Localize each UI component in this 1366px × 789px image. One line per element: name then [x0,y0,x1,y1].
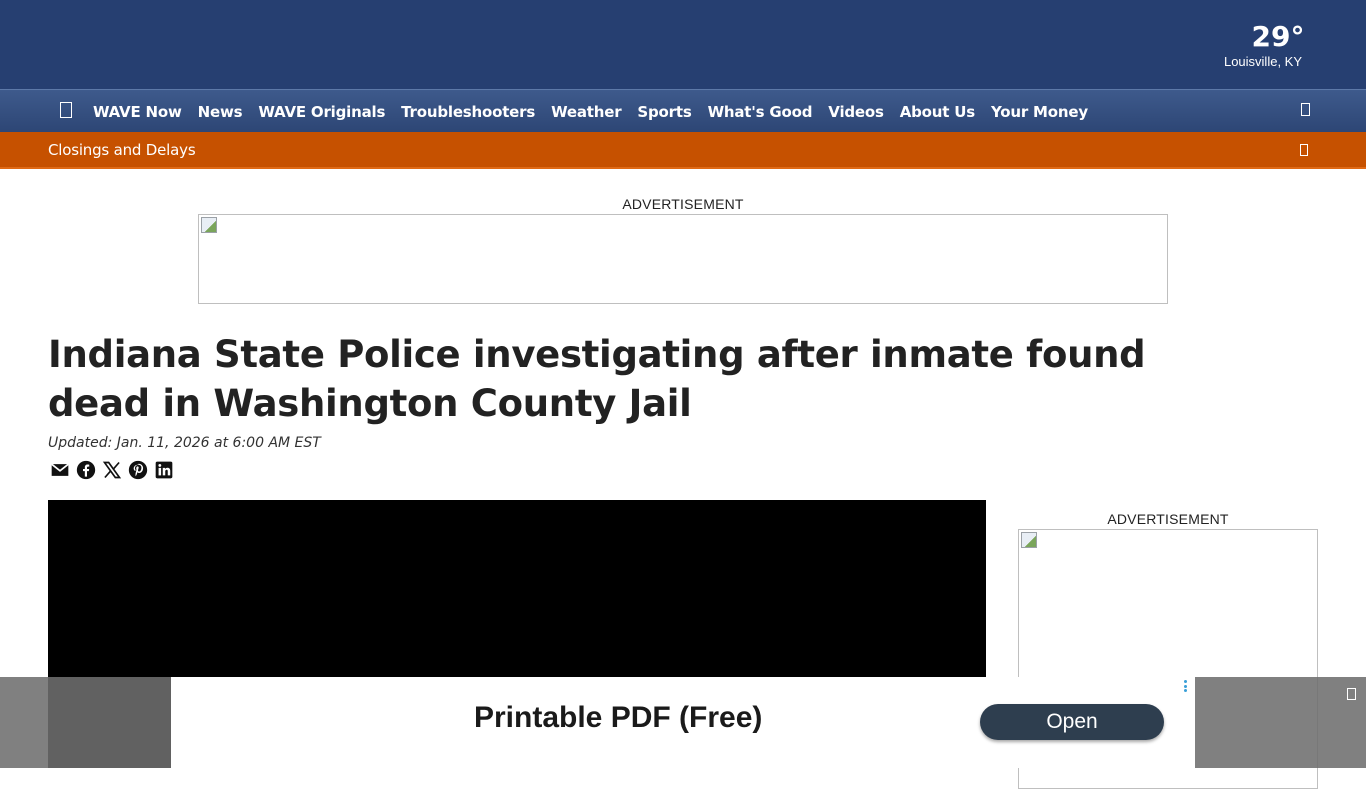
article-updated-timestamp: Updated: Jan. 11, 2026 at 6:00 AM EST [48,435,321,451]
nav-items: WAVE Now News WAVE Originals Troubleshoo… [85,90,1096,133]
facebook-icon[interactable] [76,460,96,480]
nav-item-news[interactable]: News [190,103,251,121]
broken-image-icon [1021,532,1037,548]
chevron-icon[interactable] [1300,144,1308,156]
ad-options-icon[interactable] [1183,680,1187,692]
advertisement-label: ADVERTISEMENT [622,196,744,212]
nav-item-about-us[interactable]: About Us [892,103,983,121]
weather-widget[interactable]: 29° Louisville, KY [1208,20,1318,70]
advertisement-label: ADVERTISEMENT [1107,511,1229,527]
sticky-ad-text[interactable]: Printable PDF (Free) [474,701,762,735]
alert-label[interactable]: Closings and Delays [48,141,196,159]
main-navigation: WAVE Now News WAVE Originals Troubleshoo… [0,89,1366,132]
close-icon[interactable] [1347,688,1356,700]
nav-item-videos[interactable]: Videos [820,103,891,121]
nav-item-troubleshooters[interactable]: Troubleshooters [393,103,543,121]
linkedin-icon[interactable] [154,460,174,480]
weather-location: Louisville, KY [1223,54,1303,69]
article-headline: Indiana State Police investigating after… [48,333,1146,425]
x-icon[interactable] [102,460,122,480]
menu-icon[interactable] [60,102,72,118]
nav-item-weather[interactable]: Weather [543,103,629,121]
share-bar [50,460,174,480]
nav-item-wave-now[interactable]: WAVE Now [85,103,190,121]
sticky-ad-overlay: Printable PDF (Free) Open [0,677,1366,768]
pinterest-icon[interactable] [128,460,148,480]
nav-item-sports[interactable]: Sports [629,103,699,121]
site-header: 29° Louisville, KY [0,0,1366,89]
search-icon[interactable] [1301,103,1310,116]
nav-item-whats-good[interactable]: What's Good [700,103,821,121]
nav-item-your-money[interactable]: Your Money [983,103,1096,121]
alert-bar[interactable]: Closings and Delays [0,132,1366,169]
email-icon[interactable] [50,460,70,480]
broken-image-icon [201,217,217,233]
open-button[interactable]: Open [980,704,1164,740]
weather-temperature: 29° [1251,20,1305,53]
sticky-advertisement[interactable]: Printable PDF (Free) Open [171,677,1195,768]
top-advertisement[interactable] [198,214,1168,304]
nav-item-wave-originals[interactable]: WAVE Originals [250,103,393,121]
